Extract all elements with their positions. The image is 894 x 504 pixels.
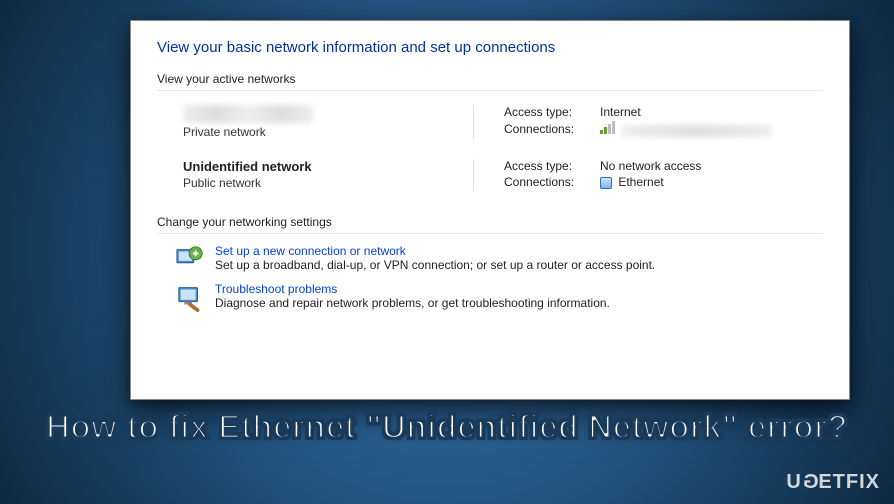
page-title: View your basic network information and … — [157, 39, 823, 56]
access-type-label: Access type: — [504, 159, 594, 173]
settings-item-desc: Diagnose and repair network problems, or… — [215, 296, 610, 310]
connections-label: Connections: — [504, 122, 594, 136]
access-type-label: Access type: — [504, 105, 594, 119]
settings-list: Set up a new connection or network Set u… — [157, 244, 823, 312]
troubleshoot-icon — [175, 282, 205, 312]
network-details: Access type: No network access Connectio… — [473, 159, 823, 191]
active-networks-list: Private network Access type: Internet Co… — [157, 101, 823, 201]
setup-connection-item[interactable]: Set up a new connection or network Set u… — [175, 244, 823, 274]
access-type-value: Internet — [600, 105, 641, 119]
network-sharing-center-window: View your basic network information and … — [130, 20, 850, 400]
network-item: Unidentified network Public network Acce… — [183, 155, 823, 201]
troubleshoot-item[interactable]: Troubleshoot problems Diagnose and repai… — [175, 282, 823, 312]
network-identity: Unidentified network Public network — [183, 159, 473, 190]
divider — [157, 233, 823, 234]
settings-item-title: Troubleshoot problems — [215, 282, 610, 296]
connection-link[interactable]: Ethernet — [600, 175, 664, 189]
connection-link[interactable] — [600, 121, 772, 137]
divider — [157, 90, 823, 91]
access-type-value: No network access — [600, 159, 701, 173]
ethernet-icon — [600, 177, 612, 189]
network-name-redacted — [183, 105, 313, 123]
network-name: Unidentified network — [183, 159, 473, 174]
settings-item-desc: Set up a broadband, dial-up, or VPN conn… — [215, 258, 655, 272]
network-item: Private network Access type: Internet Co… — [183, 101, 823, 149]
network-type: Private network — [183, 125, 473, 139]
network-details: Access type: Internet Connections: — [473, 105, 823, 139]
setup-connection-icon — [175, 244, 205, 274]
connection-name: Ethernet — [618, 175, 663, 189]
network-type: Public network — [183, 176, 473, 190]
connections-label: Connections: — [504, 175, 594, 189]
article-caption: How to fix Ethernet "Unidentified Networ… — [0, 408, 894, 446]
active-networks-heading: View your active networks — [157, 72, 823, 86]
settings-item-title: Set up a new connection or network — [215, 244, 655, 258]
connection-name-redacted — [622, 125, 772, 137]
watermark-logo: UGETFIX — [786, 471, 880, 494]
wifi-signal-icon — [600, 121, 615, 134]
network-identity: Private network — [183, 105, 473, 139]
change-settings-heading: Change your networking settings — [157, 215, 823, 229]
